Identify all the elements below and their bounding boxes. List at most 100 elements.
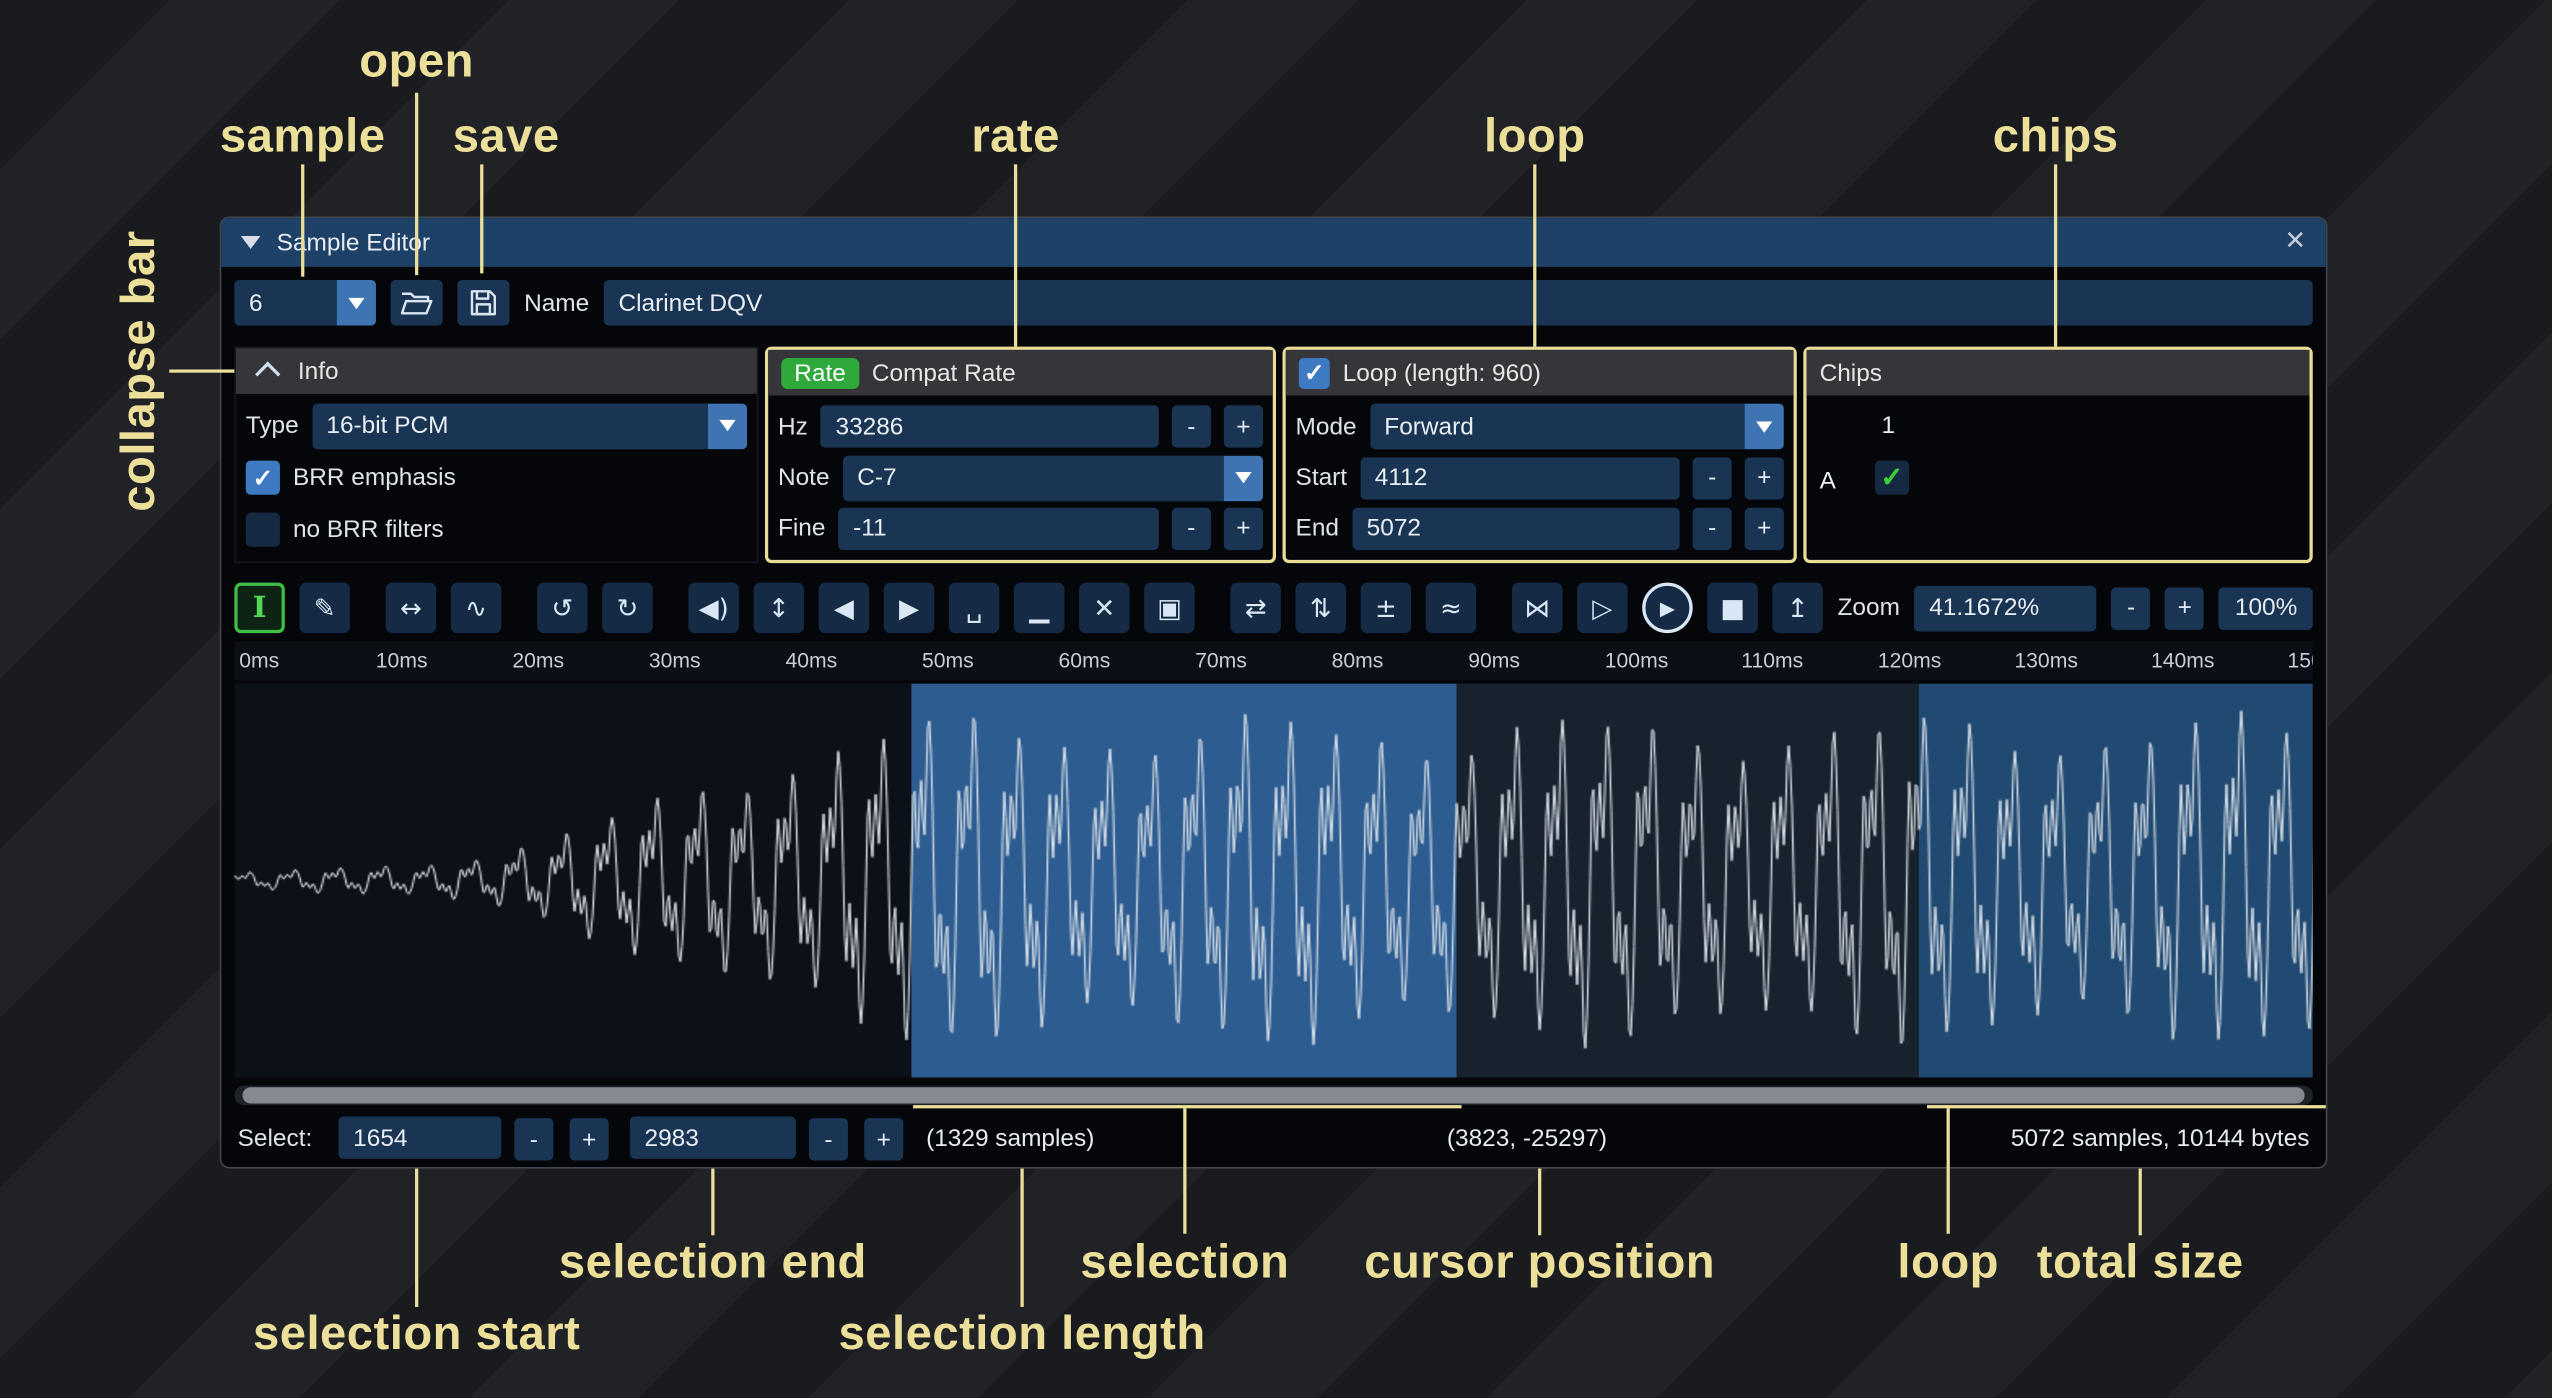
select-tool-button[interactable]: I: [234, 583, 284, 633]
waveform-area[interactable]: [234, 684, 2312, 1078]
loop-end-increase-button[interactable]: +: [1745, 507, 1784, 549]
play-button[interactable]: ▶: [1642, 583, 1692, 633]
chips-header-label: Chips: [1820, 359, 1882, 387]
invert-button[interactable]: ⇅: [1296, 583, 1346, 633]
fade-in-button[interactable]: ◀: [819, 583, 869, 633]
dropdown-arrow-icon[interactable]: [708, 403, 747, 449]
rate-badge: Rate: [781, 357, 859, 388]
selection-start-decrease-button[interactable]: -: [514, 1118, 553, 1160]
selection-end-increase-button[interactable]: +: [864, 1118, 903, 1160]
dropdown-arrow-icon[interactable]: [337, 280, 376, 326]
type-dropdown[interactable]: 16-bit PCM: [312, 403, 747, 449]
undo-button[interactable]: ↺: [537, 583, 587, 633]
chip-column-header: 1: [1881, 412, 1895, 440]
loop-start-input[interactable]: 4112: [1360, 457, 1680, 499]
loop-start-increase-button[interactable]: +: [1745, 457, 1784, 499]
trim-button[interactable]: ▣: [1144, 583, 1194, 633]
annotation-line: [415, 93, 418, 275]
note-dropdown[interactable]: C-7: [843, 455, 1263, 501]
preview-button[interactable]: ▷: [1577, 583, 1627, 633]
annotation-save: save: [453, 111, 560, 165]
titlebar[interactable]: Sample Editor: [221, 218, 2325, 267]
open-sample-button[interactable]: [391, 280, 443, 326]
annotation-selection-length: selection length: [839, 1309, 1206, 1363]
ruler-tick: 110ms: [1741, 648, 1803, 672]
loop-mode-label: Mode: [1296, 413, 1357, 441]
window-close-button[interactable]: [2284, 229, 2306, 255]
ruler-tick: 120ms: [1878, 648, 1942, 672]
normalize-button[interactable]: ↕: [754, 583, 804, 633]
zoom-value: 41.1672%: [1929, 594, 2039, 622]
loop-enable-checkbox[interactable]: [1299, 357, 1330, 388]
zoom-out-button[interactable]: -: [2111, 587, 2150, 629]
window-title: Sample Editor: [277, 229, 430, 257]
horizontal-scrollbar[interactable]: [234, 1086, 2312, 1106]
no-brr-filters-label: no BRR filters: [293, 516, 444, 544]
fine-decrease-button[interactable]: -: [1172, 507, 1211, 549]
scrollbar-thumb[interactable]: [243, 1087, 2305, 1103]
delete-button[interactable]: ✕: [1079, 583, 1129, 633]
waveform-canvas[interactable]: [234, 684, 2312, 1078]
resize-button[interactable]: ↔: [386, 583, 436, 633]
hz-increase-button[interactable]: +: [1224, 406, 1263, 448]
loop-start-decrease-button[interactable]: -: [1693, 457, 1732, 499]
annotation-sample: sample: [220, 111, 386, 165]
zoom-input[interactable]: 41.1672%: [1915, 585, 2097, 631]
stop-button[interactable]: ■: [1707, 583, 1757, 633]
window-collapse-icon[interactable]: [241, 236, 261, 249]
annotation-chips: chips: [1993, 111, 2119, 165]
zoom-label: Zoom: [1838, 594, 1900, 622]
no-brr-filters-checkbox[interactable]: [246, 512, 280, 546]
selection-start-input[interactable]: 1654: [339, 1117, 502, 1159]
brr-emphasis-checkbox[interactable]: [246, 461, 280, 495]
name-value: Clarinet DQV: [618, 289, 762, 317]
loop-mode-dropdown[interactable]: Forward: [1370, 404, 1784, 450]
draw-tool-button[interactable]: ✎: [299, 583, 349, 633]
selection-end-decrease-button[interactable]: -: [809, 1118, 848, 1160]
timeline-ruler[interactable]: 0ms10ms20ms30ms40ms50ms60ms70ms80ms90ms1…: [234, 641, 2312, 680]
annotation-line: [480, 164, 483, 273]
fine-increase-button[interactable]: +: [1224, 507, 1263, 549]
hz-input[interactable]: 33286: [821, 406, 1159, 448]
loop-end-input[interactable]: 5072: [1352, 507, 1680, 549]
apply-silence-button[interactable]: ▁: [1014, 583, 1064, 633]
sign-convert-button[interactable]: ±: [1361, 583, 1411, 633]
redo-button[interactable]: ↻: [602, 583, 652, 633]
insert-silence-button[interactable]: ␣: [949, 583, 999, 633]
import-button[interactable]: ↥: [1772, 583, 1822, 633]
annotation-line: [2054, 164, 2057, 346]
fine-label: Fine: [778, 515, 826, 543]
annotation-collapse-bar: collapse bar: [113, 230, 167, 511]
selection-start-increase-button[interactable]: +: [570, 1118, 609, 1160]
chips-panel: Chips 1 A: [1803, 347, 2312, 563]
ruler-tick: 140ms: [2151, 648, 2215, 672]
fine-input[interactable]: -11: [838, 507, 1158, 549]
resample-button[interactable]: ∿: [451, 583, 501, 633]
annotation-line: [1538, 1169, 1541, 1236]
reverse-button[interactable]: ⇄: [1230, 583, 1280, 633]
zoom-reset-button[interactable]: 100%: [2219, 587, 2313, 629]
selection-end-input[interactable]: 2983: [630, 1117, 796, 1159]
dropdown-arrow-icon[interactable]: [1224, 455, 1263, 501]
loop-end-decrease-button[interactable]: -: [1693, 507, 1732, 549]
annotation-rate: rate: [971, 111, 1060, 165]
fade-out-button[interactable]: ▶: [884, 583, 934, 633]
toolbar: I ✎ ↔ ∿ ↺ ↻ ◀) ↕ ◀ ▶ ␣ ▁ ✕ ▣ ⇄ ⇅ ± ≈ ⋈ ▷ ▶ ■ ↥ Zoom 41.1672% -…: [234, 583, 2312, 633]
collapse-bar-button[interactable]: [249, 353, 285, 389]
rate-header-label: Compat Rate: [872, 359, 1016, 387]
dropdown-arrow-icon[interactable]: [1745, 404, 1784, 450]
zoom-in-button[interactable]: +: [2165, 587, 2204, 629]
annotation-line: [1014, 164, 1017, 346]
filter-button[interactable]: ≈: [1426, 583, 1476, 633]
hz-decrease-button[interactable]: -: [1172, 406, 1211, 448]
ruler-tick: 50ms: [922, 648, 974, 672]
ruler-tick: 40ms: [785, 648, 837, 672]
type-label: Type: [246, 412, 299, 440]
amplify-button[interactable]: ◀): [688, 583, 738, 633]
sample-selector-dropdown[interactable]: 6: [234, 280, 376, 326]
note-value: C-7: [843, 464, 1224, 492]
save-sample-button[interactable]: [457, 280, 509, 326]
chip-enable-checkbox[interactable]: [1875, 461, 1909, 495]
annotation-line: [1533, 164, 1536, 346]
crossfade-button[interactable]: ⋈: [1512, 583, 1562, 633]
